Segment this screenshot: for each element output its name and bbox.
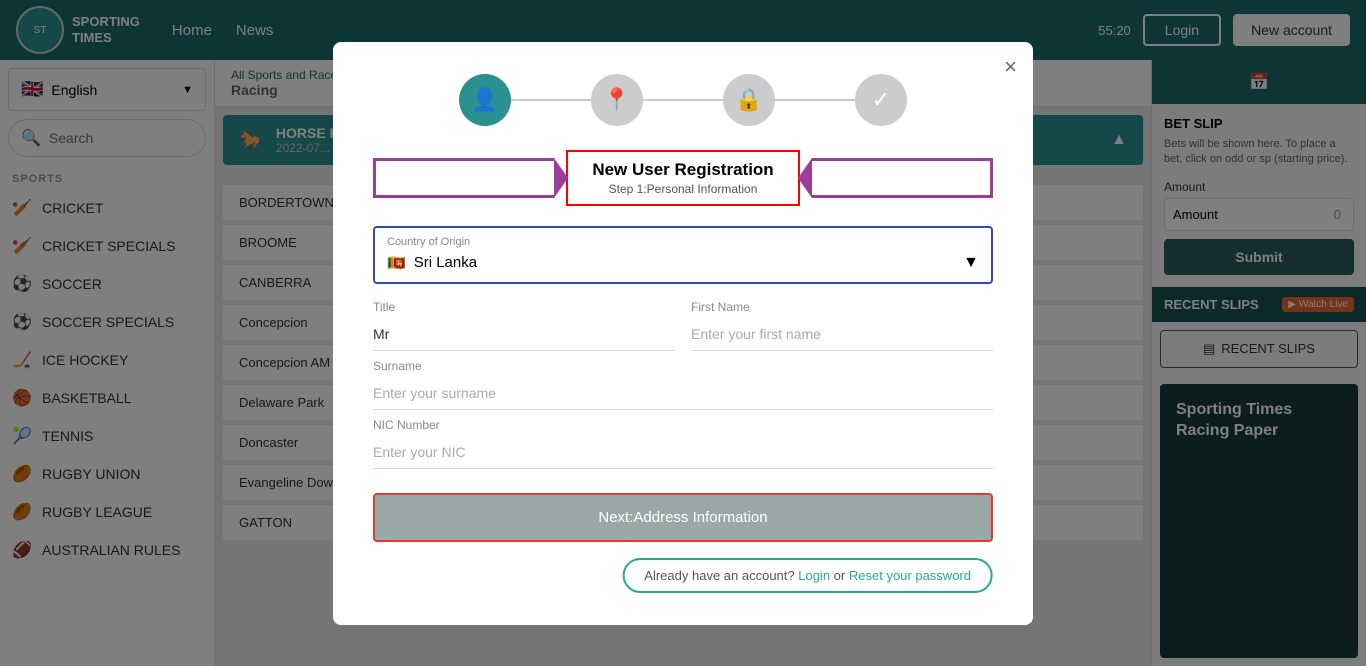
step-line-2 [643,99,723,101]
first-name-label: First Name [691,300,993,314]
surname-label: Surname [373,359,993,373]
country-select-left: 🇱🇰 Sri Lanka [387,254,477,272]
title-area: New User Registration Step 1:Personal In… [373,150,993,206]
step-2-circle: 📍 [591,74,643,126]
title-col: Title [373,300,675,359]
steps-row: 👤 📍 🔒 ✓ [373,74,993,126]
already-account-text: Already have an account? Login or Reset … [622,558,993,593]
arrow-left [373,158,554,198]
country-flag-icon: 🇱🇰 [387,254,406,272]
title-field: Title [373,300,675,351]
step-line-3 [775,99,855,101]
app: ST SPORTING TIMES Home News 55:20 Login … [0,0,1366,666]
modal-title: New User Registration [592,160,773,180]
nic-input[interactable] [373,436,993,469]
first-name-input[interactable] [691,318,993,351]
registration-modal: × 👤 📍 🔒 ✓ New User Registration Step 1:P… [333,42,1033,625]
first-name-col: First Name [691,300,993,359]
registration-title-box: New User Registration Step 1:Personal In… [566,150,799,206]
step-1-circle: 👤 [459,74,511,126]
country-select[interactable]: 🇱🇰 Sri Lanka ▼ [375,248,991,282]
next-button[interactable]: Next:Address Information [373,493,993,542]
already-account-wrap: Already have an account? Login or Reset … [373,558,993,593]
title-label: Title [373,300,675,314]
country-of-origin-label: Country of Origin [375,228,991,248]
name-row: Title First Name [373,300,993,359]
modal-close-button[interactable]: × [1004,54,1017,80]
title-input[interactable] [373,318,675,351]
reset-password-link[interactable]: Reset your password [849,568,971,583]
nic-field: NIC Number [373,418,993,469]
arrow-right [812,158,993,198]
first-name-field: First Name [691,300,993,351]
modal-overlay: × 👤 📍 🔒 ✓ New User Registration Step 1:P… [0,0,1366,666]
step-line-1 [511,99,591,101]
right-arrow-shape [812,158,993,198]
left-arrow-shape [373,158,554,198]
step-3-circle: 🔒 [723,74,775,126]
surname-field: Surname [373,359,993,410]
step-4-circle: ✓ [855,74,907,126]
surname-input[interactable] [373,377,993,410]
login-link[interactable]: Login [798,568,830,583]
country-value: Sri Lanka [414,254,477,271]
country-select-wrapper: Country of Origin 🇱🇰 Sri Lanka ▼ [373,226,993,284]
nic-label: NIC Number [373,418,993,432]
chevron-down-icon: ▼ [963,254,979,272]
modal-subtitle: Step 1:Personal Information [592,182,773,196]
